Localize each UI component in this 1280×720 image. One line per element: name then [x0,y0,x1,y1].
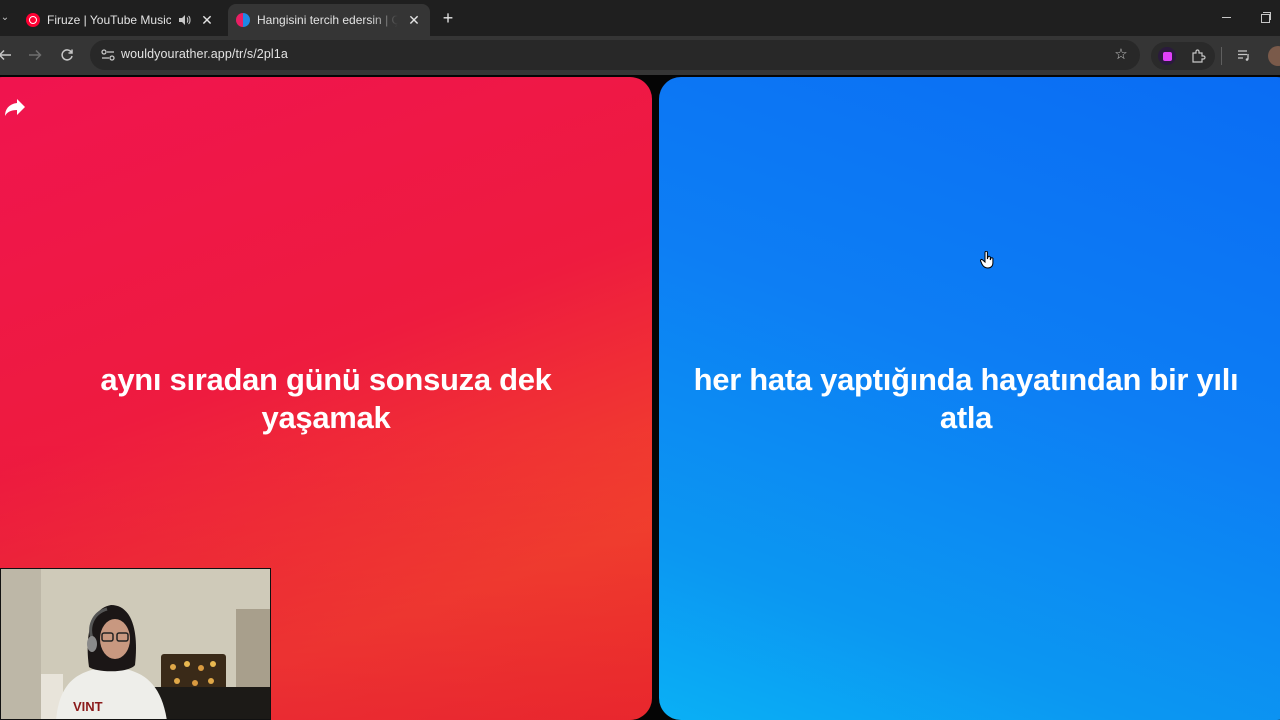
restore-icon[interactable] [1259,10,1273,24]
option-right-card[interactable]: her hata yaptığında hayatından bir yılı … [659,77,1280,720]
close-tab-icon[interactable]: ✕ [199,12,215,28]
media-queue-icon[interactable] [1233,44,1255,66]
site-info-icon[interactable] [98,45,118,65]
extension-icon[interactable] [1158,47,1176,65]
tab-title: Firuze | YouTube Music [47,13,171,27]
browser-toolbar: wouldyourather.app/tr/s/2pl1a ☆ [0,36,1280,75]
address-bar[interactable]: wouldyourather.app/tr/s/2pl1a ☆ [90,40,1140,70]
webcam-overlay: VINT [0,568,271,720]
speaker-icon[interactable] [177,13,191,27]
new-tab-icon[interactable]: + [438,8,458,28]
wouldyourather-icon [236,13,250,27]
minimize-icon[interactable] [1219,10,1235,26]
profile-avatar[interactable] [1268,46,1280,66]
tab-youtube-music[interactable]: Firuze | YouTube Music ✕ [18,4,223,36]
extensions-group [1151,42,1215,70]
close-tab-icon[interactable]: ✕ [406,12,422,28]
url-text[interactable]: wouldyourather.app/tr/s/2pl1a [121,47,288,61]
option-right-text: her hata yaptığında hayatından bir yılı … [693,361,1239,435]
toolbar-divider [1221,47,1222,65]
bookmark-star-icon[interactable]: ☆ [1110,44,1132,66]
svg-text:VINT: VINT [73,699,103,714]
forward-icon[interactable] [24,44,46,66]
youtube-music-icon [26,13,40,27]
tab-title: Hangisini tercih edersin | Çevrim [257,13,398,27]
tab-search-chevron-icon[interactable]: ⌄ [0,9,10,27]
hand-cursor-icon [980,250,994,269]
tab-wouldyourather[interactable]: Hangisini tercih edersin | Çevrim ✕ [228,4,430,36]
back-icon[interactable] [0,44,16,66]
option-left-text: aynı sıradan günü sonsuza dek yaşamak [100,361,552,435]
puzzle-extensions-icon[interactable] [1187,45,1209,67]
tab-strip: ⌄ Firuze | YouTube Music ✕ Hangisini ter… [0,0,1280,36]
reload-icon[interactable] [56,44,78,66]
share-arrow-icon[interactable] [3,97,29,121]
